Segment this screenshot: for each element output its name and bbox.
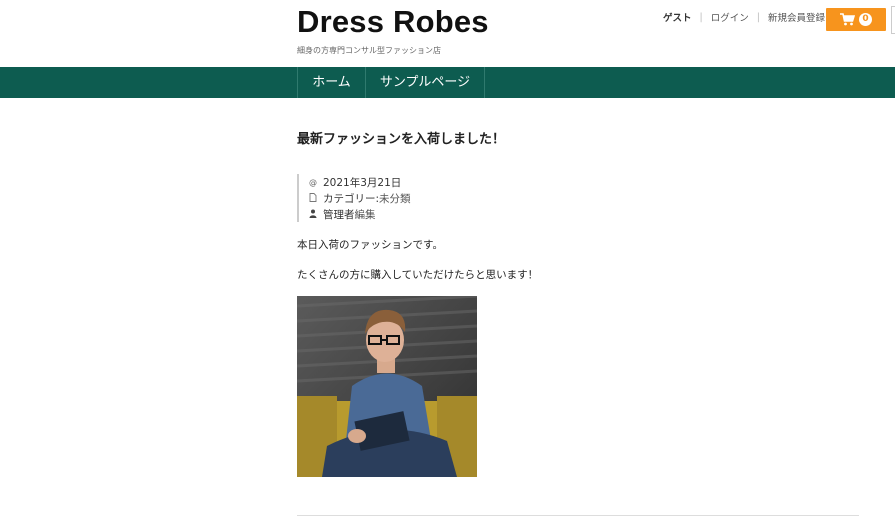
site-title[interactable]: Dress Robes <box>297 4 489 40</box>
guest-label: ゲスト <box>663 13 692 24</box>
category-label: カテゴリー: <box>323 192 380 205</box>
post-image <box>297 296 477 477</box>
post-paragraph: 本日入荷のファッションです。 <box>297 239 443 251</box>
post-author-row: 管理者 編集 <box>309 206 411 222</box>
post-date[interactable]: 2021年3月21日 <box>323 175 401 190</box>
register-link[interactable]: 新規会員登録 <box>768 10 825 24</box>
separator: | <box>756 11 760 23</box>
cart-icon <box>840 13 855 26</box>
header-button-partial[interactable] <box>891 6 895 34</box>
cart-count-badge: 0 <box>859 13 872 26</box>
nav-item-sample-page[interactable]: サンプルページ <box>365 67 485 98</box>
clock-icon: @ <box>309 177 317 187</box>
post-paragraph: たくさんの方に購入していただけたらと思います！ <box>297 269 539 281</box>
main-nav: ホーム サンプルページ <box>0 67 895 98</box>
header-links: ゲスト | ログイン | 新規会員登録 <box>663 10 825 25</box>
login-link[interactable]: ログイン <box>711 10 749 24</box>
nav-item-home[interactable]: ホーム <box>297 67 365 98</box>
post-date-row: @ 2021年3月21日 <box>309 174 411 190</box>
edit-link[interactable]: 編集 <box>355 207 376 222</box>
post-meta: @ 2021年3月21日 カテゴリー: 未分類 管理者 編集 <box>297 174 411 222</box>
folder-icon <box>309 192 319 204</box>
category-link[interactable]: 未分類 <box>379 191 411 206</box>
divider <box>297 515 859 516</box>
post-category-row: カテゴリー: 未分類 <box>309 190 411 206</box>
author-link[interactable]: 管理者 <box>323 207 355 222</box>
site-tagline: 細身の方専門コンサル型ファッション店 <box>297 46 441 55</box>
separator: | <box>699 11 703 23</box>
post-title[interactable]: 最新ファッションを入荷しました！ <box>297 128 505 147</box>
cart-button[interactable]: 0 <box>826 8 886 31</box>
user-icon <box>309 209 319 220</box>
